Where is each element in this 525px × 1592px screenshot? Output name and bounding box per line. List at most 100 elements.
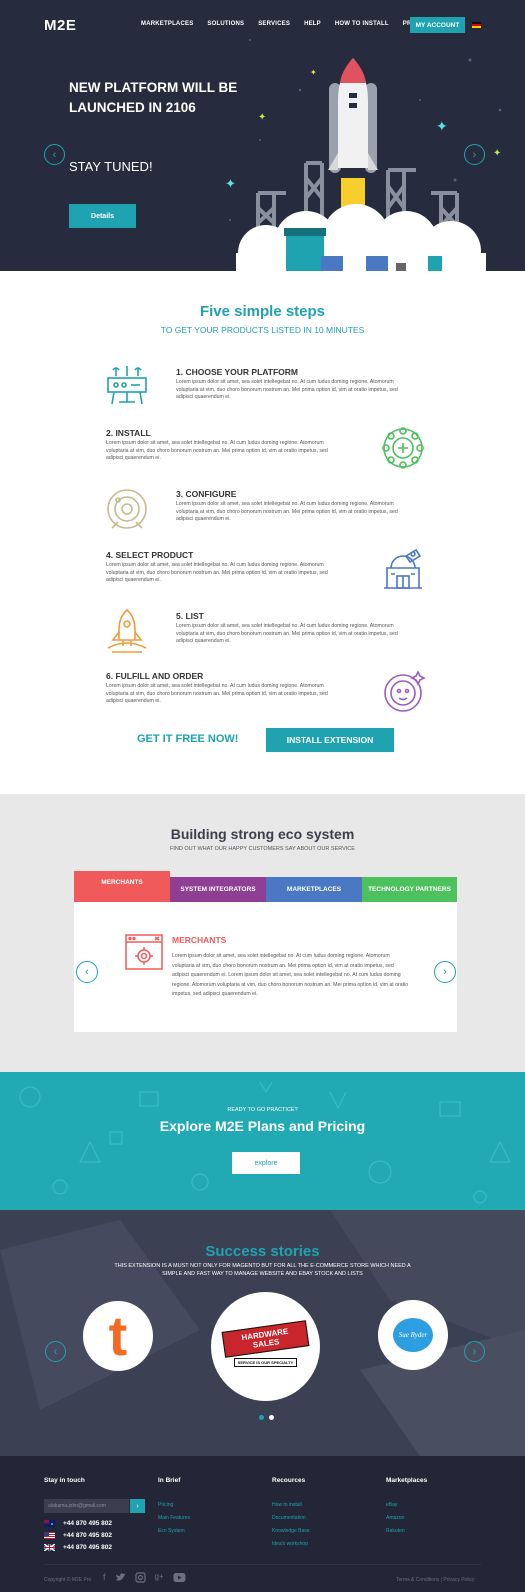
footer-link-how-to-install[interactable]: How to install (272, 1502, 302, 1508)
eco-tabs: MERCHANTS SYSTEM INTEGRATORS MARKETPLACE… (74, 871, 457, 902)
footer-link-ideas-workshop[interactable]: Idea's workshop (272, 1541, 308, 1547)
rocket-list-icon (107, 608, 147, 653)
in-brief-title: In Brief (158, 1477, 181, 1484)
eco-system-section: Building strong eco system FIND OUT WHAT… (0, 794, 525, 1072)
eco-prev-button[interactable]: ‹ (76, 961, 98, 983)
client-logo-t[interactable]: t (83, 1301, 153, 1371)
m2e-logo[interactable]: M2E (44, 17, 76, 34)
carousel-dot[interactable] (259, 1415, 264, 1420)
nav-how-to-install[interactable]: HOW TO INSTALL (335, 21, 389, 27)
hero-section: M2E MARKETPLACES SOLUTIONS SERVICES HELP… (0, 0, 525, 271)
step-title: 1. CHOOSE YOUR PLATFORM (176, 367, 299, 377)
tab-marketplaces[interactable]: MARKETPLACES (266, 877, 362, 902)
install-extension-button[interactable]: INSTALL EXTENSION (266, 728, 394, 752)
tab-technology-partners[interactable]: TECHNOLOGY PARTNERS (362, 877, 457, 902)
main-nav: MARKETPLACES SOLUTIONS SERVICES HELP HOW… (141, 21, 429, 27)
marketplaces-title: Marketplaces (386, 1477, 428, 1484)
chevron-right-icon: › (443, 966, 447, 978)
step-title: 6. FULFILL AND ORDER (106, 671, 204, 681)
footer: Stay in touch alabama.john@gmail.com › +… (0, 1456, 525, 1592)
star-icon: ✦ (225, 176, 236, 191)
carousel-dot[interactable] (269, 1415, 274, 1420)
nav-help[interactable]: HELP (304, 21, 321, 27)
step-2: 2. INSTALL Lorem ipsum dolor sit amet, s… (106, 428, 346, 463)
footer-link-documentation[interactable]: Documentation (272, 1515, 306, 1521)
hero-prev-button[interactable]: ‹ (44, 144, 65, 165)
hero-subtitle: STAY TUNED! (69, 159, 153, 174)
usa-flag-icon (44, 1532, 55, 1539)
step-4: 4. SELECT PRODUCT Lorem ipsum dolor sit … (106, 550, 346, 585)
tab-merchants[interactable]: MERCHANTS (74, 871, 170, 902)
phone-au: +44 870 495 802 (44, 1520, 112, 1527)
google-plus-icon[interactable]: g+ (155, 1572, 164, 1583)
newsletter-email-input[interactable]: alabama.john@gmail.com (44, 1499, 129, 1513)
footer-link-amazon[interactable]: Amazon (386, 1515, 404, 1521)
astronaut-icon (384, 670, 426, 712)
stay-in-touch-title: Stay in touch (44, 1477, 85, 1484)
footer-link-ebay[interactable]: eBay (386, 1502, 397, 1508)
step-text: Lorem ipsum dolor sit amet, sea solet in… (106, 683, 328, 705)
social-links: f g+ (103, 1572, 186, 1583)
hero-title: NEW PLATFORM WILL BE LAUNCHED IN 2106 (69, 80, 238, 115)
instagram-icon[interactable] (134, 1572, 146, 1583)
chevron-right-icon: › (472, 1345, 477, 1358)
twitter-icon[interactable] (115, 1572, 126, 1583)
youtube-icon[interactable] (173, 1572, 186, 1583)
explore-button[interactable]: explore (232, 1152, 300, 1174)
page: M2E MARKETPLACES SOLUTIONS SERVICES HELP… (0, 0, 525, 1592)
success-next-button[interactable]: › (464, 1341, 485, 1362)
chevron-left-icon: ‹ (85, 966, 89, 978)
footer-link-main-features[interactable]: Main Features (158, 1515, 190, 1521)
copyright: Copyright © M2E Pro (44, 1577, 92, 1583)
star-icon: ✦ (493, 148, 502, 159)
step-text: Lorem ipsum dolor sit amet, sea solet in… (106, 440, 328, 462)
panel-text: Lorem ipsum dolor sit amet, sea solet in… (172, 953, 409, 997)
steps-subtitle: TO GET YOUR PRODUCTS LISTED IN 10 MINUTE… (160, 325, 365, 335)
success-prev-button[interactable]: ‹ (45, 1341, 66, 1362)
step-text: Lorem ipsum dolor sit amet, sea solet in… (176, 501, 398, 523)
footer-link-eco-system[interactable]: Eco System (158, 1528, 185, 1534)
chevron-left-icon: ‹ (53, 1345, 58, 1358)
pricing-pretitle: READY TO GO PRACTICE? (227, 1107, 298, 1113)
success-text: THIS EXTENSION IS A MUST NOT ONLY FOR MA… (114, 1263, 411, 1277)
eco-subtitle: FIND OUT WHAT OUR HAPPY CUSTOMERS SAY AB… (170, 846, 355, 852)
step-6: 6. FULFILL AND ORDER Lorem ipsum dolor s… (106, 671, 346, 706)
step-text: Lorem ipsum dolor sit amet, sea solet in… (176, 623, 398, 645)
terms-and-privacy-links[interactable]: Terms & Conditions | Privacy Policy (396, 1577, 475, 1583)
steps-title: Five simple steps (199, 303, 326, 320)
eco-next-button[interactable]: › (434, 961, 456, 983)
step-3: 3. CONFIGURE Lorem ipsum dolor sit amet,… (176, 489, 416, 524)
newsletter-submit-button[interactable]: › (130, 1499, 145, 1513)
client-logo-sue-ryder[interactable]: Sue Ryder (378, 1300, 448, 1370)
configure-planet-icon (107, 489, 147, 529)
phone-uk: +44 870 495 802 (44, 1544, 112, 1551)
rocket-launch-illustration (236, 58, 486, 271)
details-button[interactable]: Details (69, 204, 136, 228)
footer-link-rakuten[interactable]: Rakuten (386, 1528, 405, 1534)
platform-console-icon (107, 366, 147, 405)
uk-flag-icon (44, 1544, 55, 1551)
get-it-free-heading: GET IT FREE NOW! (137, 733, 239, 745)
eco-panel: MERCHANTS Lorem ipsum dolor sit amet, se… (74, 902, 457, 1032)
footer-link-pricing[interactable]: Pricing (158, 1502, 173, 1508)
nav-services[interactable]: SERVICES (258, 21, 290, 27)
step-title: 2. INSTALL (106, 428, 151, 438)
nav-solutions[interactable]: SOLUTIONS (207, 21, 244, 27)
carousel-dots (259, 1415, 274, 1420)
observatory-icon (384, 548, 422, 589)
my-account-button[interactable]: MY ACCOUNT (410, 17, 465, 33)
language-flag-icon[interactable] (472, 22, 481, 28)
australia-flag-icon (44, 1520, 55, 1527)
step-title: 3. CONFIGURE (176, 489, 237, 499)
install-hub-icon (382, 427, 424, 469)
tab-system-integrators[interactable]: SYSTEM INTEGRATORS (170, 877, 266, 902)
footer-link-knowledge-base[interactable]: Knowledge Base (272, 1528, 310, 1534)
pricing-band: READY TO GO PRACTICE? Explore M2E Plans … (0, 1072, 525, 1210)
step-1: 1. CHOOSE YOUR PLATFORM Lorem ipsum dolo… (176, 367, 416, 402)
success-title: Success stories (205, 1243, 320, 1260)
nav-marketplaces[interactable]: MARKETPLACES (141, 21, 193, 27)
facebook-icon[interactable]: f (103, 1572, 106, 1583)
client-logo-hardware-sales[interactable]: HARDWARE SALES SERVICE IS OUR SPECIALTY (211, 1292, 320, 1401)
step-text: Lorem ipsum dolor sit amet, sea solet in… (106, 562, 328, 584)
step-title: 4. SELECT PRODUCT (106, 550, 194, 560)
